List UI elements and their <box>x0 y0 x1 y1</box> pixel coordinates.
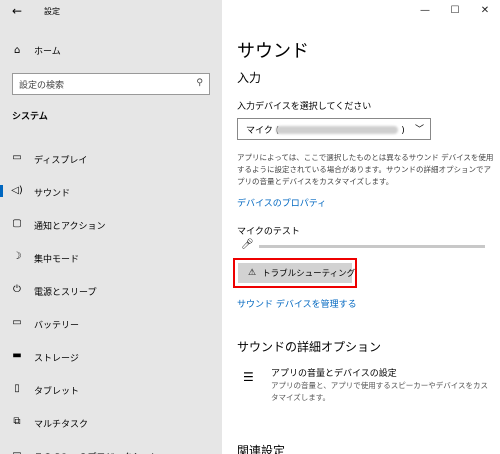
sidebar-item-projection[interactable]: ▭ この PC へのプロジェクション <box>0 444 222 454</box>
sidebar-item-label: バッテリー <box>34 321 80 331</box>
page-title: サウンド <box>237 41 309 62</box>
sidebar-item-power[interactable]: ⏻ 電源とスリープ <box>0 279 222 301</box>
sidebar-item-label: 通知とアクション <box>34 222 106 232</box>
sidebar-item-home[interactable]: ⌂ ホーム <box>14 43 61 57</box>
sidebar-item-speaker[interactable]: ◁) サウンド <box>0 180 222 202</box>
search-input[interactable]: 設定の検索 ⚲ <box>12 73 210 95</box>
device-name-redacted <box>276 126 398 134</box>
mic-level-bar <box>259 245 485 248</box>
home-label: ホーム <box>34 46 61 57</box>
main-panel: — ☐ ✕ サウンド 入力 入力デバイスを選択してください マイク () ﹀ ア… <box>222 0 500 454</box>
troubleshoot-label: トラブルシューティング <box>262 269 356 279</box>
display-icon: ▭ <box>12 152 22 163</box>
window-title: 設定 <box>44 7 60 16</box>
projection-icon: ▭ <box>10 449 24 454</box>
sidebar-item-tablet[interactable]: ▯ タブレット <box>0 378 222 400</box>
sliders-icon: ☰ <box>243 370 254 384</box>
chevron-down-icon: ﹀ <box>414 125 424 135</box>
app-volume-settings-item[interactable]: ☰ アプリの音量とデバイスの設定 アプリの音量と、アプリで使用するスピーカーやデ… <box>237 366 495 410</box>
device-properties-link[interactable]: デバイスのプロパティ <box>237 196 326 209</box>
manage-devices-link[interactable]: サウンド デバイスを管理する <box>237 297 357 310</box>
title-bar: ← 設定 <box>0 0 222 22</box>
related-heading: 関連設定 <box>237 444 286 454</box>
sidebar-item-label: 集中モード <box>34 255 80 265</box>
mic-test-meter: 🎤︎ <box>237 239 487 253</box>
input-heading: 入力 <box>237 71 262 85</box>
close-button[interactable]: ✕ <box>470 0 500 22</box>
search-placeholder: 設定の検索 <box>19 81 65 91</box>
advanced-item-title: アプリの音量とデバイスの設定 <box>271 369 397 379</box>
window-controls: — ☐ ✕ <box>410 0 500 22</box>
power-icon: ⏻ <box>13 284 21 295</box>
search-icon: ⚲ <box>196 78 203 88</box>
advanced-heading: サウンドの詳細オプション <box>237 340 382 354</box>
input-device-dropdown[interactable]: マイク () ﹀ <box>237 118 431 140</box>
speaker-icon: ◁) <box>11 185 23 196</box>
sidebar-item-label: ストレージ <box>34 354 79 364</box>
moon-icon: ☽ <box>12 251 22 262</box>
notification-icon: ▢ <box>12 218 22 229</box>
sidebar-item-notification[interactable]: ▢ 通知とアクション <box>0 213 222 235</box>
back-arrow-icon[interactable]: ← <box>12 4 22 18</box>
mic-test-label: マイクのテスト <box>237 227 300 237</box>
sidebar-item-label: この PC へのプロジェクション <box>34 450 159 454</box>
microphone-icon: 🎤︎ <box>241 239 254 250</box>
sidebar-item-label: マルチタスク <box>34 420 89 430</box>
storage-icon: ▬ <box>12 350 22 361</box>
sidebar-item-label: タブレット <box>34 387 80 397</box>
sidebar-item-moon[interactable]: ☽ 集中モード <box>0 246 222 268</box>
warning-icon: ⚠ <box>248 268 257 278</box>
minimize-button[interactable]: — <box>410 0 440 22</box>
highlight-box: ⚠ トラブルシューティング <box>233 258 357 288</box>
sidebar-item-label: サウンド <box>34 189 71 199</box>
device-description: アプリによっては、ここで選択したものとは異なるサウンド デバイスを使用するように… <box>237 153 494 186</box>
tablet-icon: ▯ <box>14 383 20 394</box>
device-label: 入力デバイスを選択してください <box>237 102 372 112</box>
troubleshoot-button[interactable]: ⚠ トラブルシューティング <box>238 263 356 283</box>
multitask-icon: ⧉ <box>13 416 21 427</box>
sidebar-item-display[interactable]: ▭ ディスプレイ <box>0 147 222 169</box>
section-title: システム <box>12 112 48 122</box>
maximize-button[interactable]: ☐ <box>440 0 470 22</box>
sidebar-item-multitask[interactable]: ⧉ マルチタスク <box>0 411 222 433</box>
sidebar-item-storage[interactable]: ▬ ストレージ <box>0 345 222 367</box>
sidebar: ← 設定 ⌂ ホーム 設定の検索 ⚲ システム ▭ ディスプレイ ◁) サウンド ▢ 通知… <box>0 0 222 454</box>
home-icon: ⌂ <box>14 44 21 56</box>
advanced-item-desc: アプリの音量と、アプリで使用するスピーカーやデバイスをカスタマイズします。 <box>271 381 488 402</box>
battery-icon: ▭ <box>12 317 22 328</box>
sidebar-item-label: ディスプレイ <box>34 156 88 166</box>
sidebar-item-battery[interactable]: ▭ バッテリー <box>0 312 222 334</box>
sidebar-item-label: 電源とスリープ <box>34 288 97 298</box>
